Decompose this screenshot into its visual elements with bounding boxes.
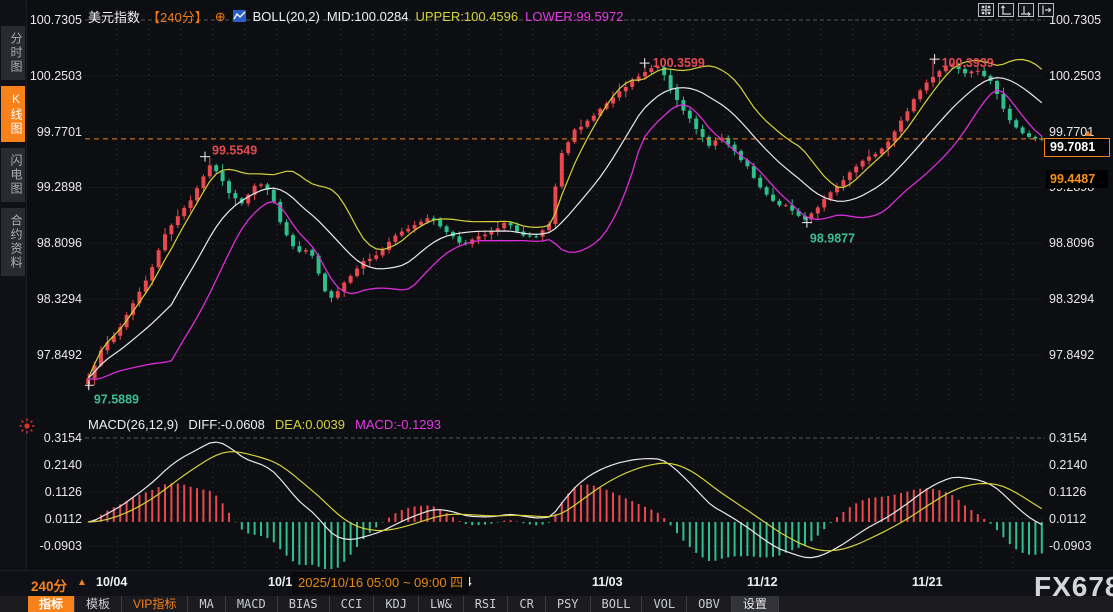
crosshair-time-tooltip: 2025/10/16 05:00 ~ 09:00 四 [292,572,469,594]
tab-cci[interactable]: CCI [330,596,375,612]
x-axis-row: 240分 ▲ 10/04 10/15 10/24 11/03 11/12 11/… [0,570,1113,596]
svg-text:97.5889: 97.5889 [94,392,139,406]
macd-diff-value: DIFF:-0.0608 [188,417,265,432]
tab-template[interactable]: 模板 [75,596,122,612]
tab-boll[interactable]: BOLL [591,596,643,612]
sidebar-tab-lightning-chart[interactable]: 闪电图 [1,148,25,202]
period-dropdown-arrow-icon[interactable]: ▲ [77,577,87,588]
chart-tools [978,3,1054,17]
tab-rsi[interactable]: RSI [464,596,509,612]
tab-indicator[interactable]: 指标 [28,596,75,612]
svg-text:100.3599: 100.3599 [653,56,705,70]
indicator-toolbar: 指标 模板 VIP指标 MA MACD BIAS CCI KDJ LW& RSI… [0,596,1113,612]
tab-kdj[interactable]: KDJ [374,596,419,612]
boll-mid-value: MID:100.0284 [327,9,409,24]
chart-thumbnail-icon [233,10,246,22]
x-axis-label: 11/03 [592,575,623,589]
macd-title: MACD(26,12,9) [88,417,178,432]
tab-vip-indicator[interactable]: VIP指标 [122,596,188,612]
tab-cr[interactable]: CR [508,596,545,612]
period-label: 【240分】 [147,7,208,26]
tab-obv[interactable]: OBV [687,596,732,612]
sidebar-tab-time-chart[interactable]: 分时图 [1,26,25,80]
sidebar-tab-contract-info[interactable]: 合约资料 [1,208,25,276]
svg-text:100.3939: 100.3939 [942,56,994,70]
macd-tick-right: 0.2140 [1049,458,1111,472]
price-tick-right: 100.2503 [1049,69,1111,83]
left-sidebar: 分时图 K线图 闪电图 合约资料 [0,0,27,612]
macd-tick-right: 0.3154 [1049,431,1111,445]
macd-tick-right: 0.1126 [1049,485,1111,499]
alert-icon[interactable] [18,417,36,435]
boll-label: BOLL(20,2) [253,9,320,24]
candlestick-boll-plot[interactable]: 97.5889 99.5549 100.3599 98.9877 100.3939 [85,14,1045,413]
scale-left-axis-icon[interactable] [998,3,1014,17]
tab-macd[interactable]: MACD [226,596,278,612]
price-tick-right: 98.8096 [1049,236,1111,250]
tab-vol[interactable]: VOL [642,596,687,612]
sidebar-tab-kline-chart[interactable]: K线图 [1,86,25,142]
price-direction-arrow-icon: ▲ [1083,128,1093,139]
boll-upper-value: UPPER:100.4596 [416,9,519,24]
tab-ma[interactable]: MA [188,596,225,612]
symbol-name: 美元指数 [88,7,140,26]
macd-macd-value: MACD:-0.1293 [355,417,441,432]
tab-bias[interactable]: BIAS [278,596,330,612]
macd-plot[interactable] [85,432,1045,569]
x-axis-label: 11/21 [912,575,943,589]
svg-text:98.9877: 98.9877 [810,232,855,246]
last-price-tag: 99.7081 [1044,138,1110,157]
price-tick-right: 98.3294 [1049,292,1111,306]
chart-header: 美元指数 【240分】 ⊕ BOLL(20,2) MID:100.0284 UP… [88,8,623,24]
fx678-watermark: FX678 [1034,571,1113,603]
x-axis-label: 11/12 [747,575,778,589]
price-tick-right: 99.7701 [1049,125,1111,139]
period-selector[interactable]: 240分 [31,575,67,595]
tab-settings[interactable]: 设置 [732,596,779,612]
add-indicator-icon[interactable]: ⊕ [215,10,226,23]
boll-lower-value: LOWER:99.5972 [525,9,623,24]
macd-tick-right: 0.0112 [1049,512,1111,526]
macd-header: MACD(26,12,9) DIFF:-0.0608 DEA:0.0039 MA… [88,417,441,432]
tab-psy[interactable]: PSY [546,596,591,612]
scale-right-axis-icon[interactable] [1018,3,1034,17]
move-tool-icon[interactable] [978,3,994,17]
price-tick-right: 97.8492 [1049,348,1111,362]
secondary-price-tag: 99.4487 [1046,170,1108,188]
macd-tick-right: -0.0903 [1049,539,1111,553]
svg-text:99.5549: 99.5549 [212,144,257,158]
macd-dea-value: DEA:0.0039 [275,417,345,432]
tab-lw[interactable]: LW& [419,596,464,612]
price-tick-right: 100.7305 [1049,13,1111,27]
x-axis-label: 10/04 [96,575,127,589]
pan-right-icon[interactable] [1038,3,1054,17]
